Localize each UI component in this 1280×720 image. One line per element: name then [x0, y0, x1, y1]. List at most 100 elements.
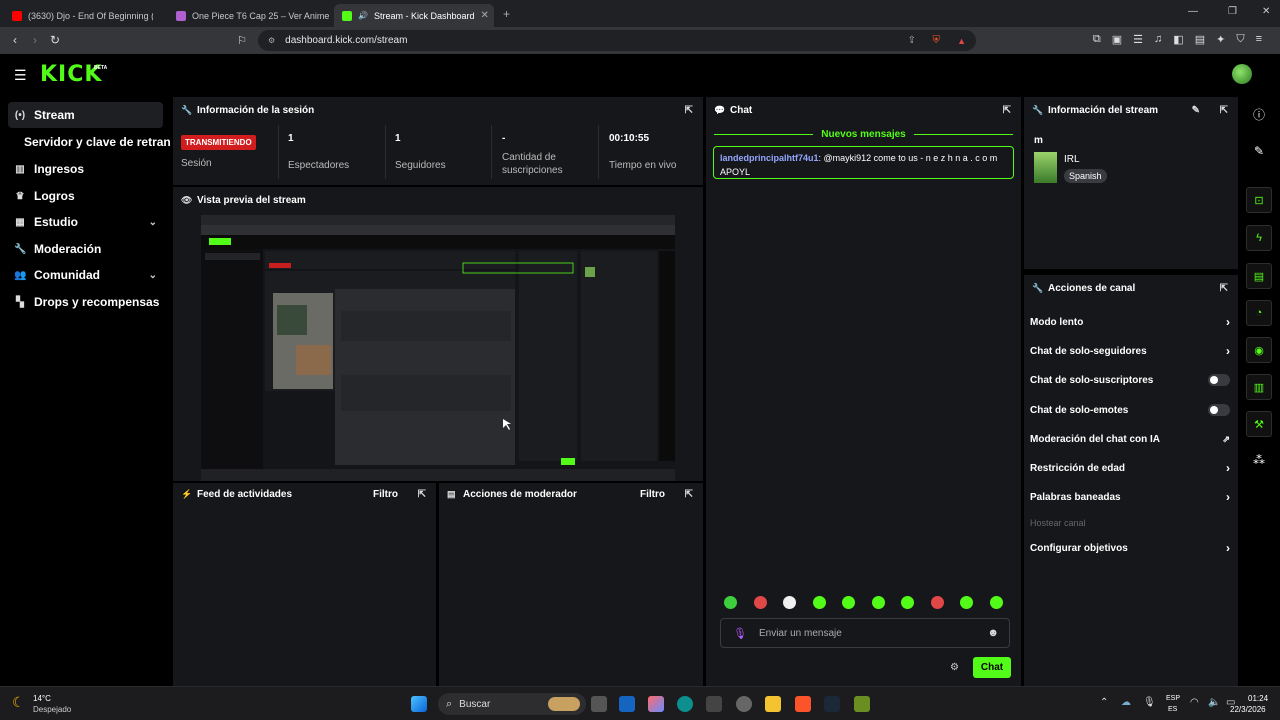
chat-username[interactable]: landedprincipalhtf74u1	[720, 153, 819, 163]
emote-icon[interactable]	[724, 596, 738, 609]
sidebar-item-stream[interactable]: (•) Stream	[8, 102, 163, 128]
music-icon[interactable]: ♫	[1154, 33, 1162, 46]
hamburger-menu-icon[interactable]: ☰	[14, 67, 27, 84]
sidebar-item-comunidad[interactable]: 👥 Comunidad ⌄	[8, 262, 163, 288]
chat-message[interactable]: landedprincipalhtf74u1: @mayki912 come t…	[713, 146, 1014, 179]
action-age-restriction[interactable]: Restricción de edad ›	[1030, 458, 1230, 478]
leo-icon[interactable]: ✦	[1216, 33, 1225, 46]
subscribers-only-toggle[interactable]	[1208, 374, 1230, 386]
share-icon[interactable]: ⇪	[908, 35, 916, 46]
windows-start-icon[interactable]	[411, 696, 427, 712]
emote-icon[interactable]	[930, 596, 944, 609]
reload-icon[interactable]: ↻	[45, 30, 65, 50]
avatar[interactable]	[1232, 64, 1252, 84]
task-view-icon[interactable]	[591, 696, 607, 712]
brave-icon[interactable]	[795, 696, 811, 712]
browser-tab-kick[interactable]: 🔊 Stream - Kick Dashboard ✕	[334, 4, 494, 27]
site-info-icon[interactable]: ⚙	[268, 36, 275, 45]
close-window-icon[interactable]: ✕	[1262, 6, 1270, 17]
microphone-icon[interactable]: 🎙	[733, 627, 747, 640]
maximize-icon[interactable]: ❐	[1228, 6, 1237, 17]
clock-date[interactable]: 22/3/2026	[1230, 705, 1266, 714]
vpn-icon[interactable]: ⛉	[1236, 33, 1244, 46]
popout-icon[interactable]: ⇱	[685, 105, 693, 116]
emotes-only-toggle[interactable]	[1208, 404, 1230, 416]
onedrive-icon[interactable]: ☁	[1121, 697, 1131, 708]
clipboard-icon[interactable]: ▤	[1246, 263, 1272, 289]
copilot-icon[interactable]	[648, 696, 664, 712]
weather-temp[interactable]: 14°C	[33, 694, 51, 703]
action-followers-only[interactable]: Chat de solo-seguidores ›	[1030, 341, 1230, 361]
filter-button[interactable]: Filtro	[373, 489, 398, 500]
back-icon[interactable]: ‹	[5, 30, 25, 50]
popout-icon[interactable]: ⇱	[685, 489, 693, 500]
steam-icon[interactable]	[824, 696, 840, 712]
wrench-icon[interactable]: ⚒	[1246, 411, 1272, 437]
close-tab-icon[interactable]: ✕	[481, 10, 489, 21]
info-icon[interactable]: ⓘ	[1246, 101, 1272, 127]
emote-icon[interactable]	[753, 596, 767, 609]
action-configure-goals[interactable]: Configurar objetivos ›	[1030, 538, 1230, 558]
action-banned-words[interactable]: Palabras baneadas ›	[1030, 487, 1230, 507]
bookmark-icon[interactable]: ⚐	[232, 30, 252, 50]
language-indicator[interactable]: ESP	[1166, 695, 1180, 702]
chat-input[interactable]: 🎙 Enviar un mensaje ☻	[720, 618, 1010, 648]
emote-icon[interactable]	[812, 596, 826, 609]
weather-description[interactable]: Despejado	[33, 705, 71, 714]
taskbar-search[interactable]: ⌕ Buscar	[438, 693, 586, 715]
edge-icon[interactable]	[677, 696, 693, 712]
action-emotes-only[interactable]: Chat de solo-emotes	[1030, 400, 1230, 420]
brave-shield-icon[interactable]: ⛨	[933, 35, 941, 46]
browser-tab-anime[interactable]: One Piece T6 Cap 25 – Ver Anime	[168, 4, 329, 27]
popout-icon[interactable]: ⇱	[1003, 105, 1011, 116]
audio-icon[interactable]: 🔊	[358, 11, 368, 20]
minimize-icon[interactable]: —	[1188, 6, 1198, 17]
chevron-up-icon[interactable]: ⌃	[1100, 697, 1108, 708]
sidebar-item-logros[interactable]: ♛ Logros	[8, 183, 163, 209]
keyboard-layout[interactable]: ES	[1168, 706, 1177, 713]
url-bar[interactable]: ⚙ dashboard.kick.com/stream ⇪ ⛨ ▲	[258, 30, 976, 51]
outlook-icon[interactable]	[619, 696, 635, 712]
extensions-icon[interactable]: ⧉	[1093, 33, 1101, 46]
send-chat-button[interactable]: Chat	[973, 657, 1011, 678]
sidebar-item-moderacion[interactable]: 🔧 Moderación	[8, 236, 163, 262]
emote-icon[interactable]	[842, 596, 856, 609]
app-icon[interactable]	[854, 696, 870, 712]
forward-icon[interactable]: ›	[25, 30, 45, 50]
app-icon[interactable]	[736, 696, 752, 712]
layers-icon[interactable]: ▥	[1246, 374, 1272, 400]
screenshot-icon[interactable]: ▣	[1112, 33, 1122, 46]
popout-icon[interactable]: ⇱	[1220, 105, 1228, 116]
edit-icon[interactable]: ✎	[1246, 138, 1272, 164]
file-explorer-icon[interactable]	[765, 696, 781, 712]
filter-button[interactable]: Filtro	[640, 489, 665, 500]
menu-icon[interactable]: ≡	[1256, 33, 1262, 46]
clock-time[interactable]: 01:24	[1248, 694, 1268, 703]
action-ai-moderation[interactable]: Moderación del chat con IA ⇗	[1030, 429, 1230, 449]
emote-icon[interactable]	[871, 596, 885, 609]
emote-icon[interactable]	[901, 596, 915, 609]
chat-settings-icon[interactable]: ⚙	[950, 662, 959, 673]
shapes-icon[interactable]: ⁂	[1246, 447, 1272, 473]
sidebar-item-server-key[interactable]: Servidor y clave de retransm	[18, 129, 170, 155]
reader-icon[interactable]: ☰	[1133, 33, 1143, 46]
action-subscribers-only[interactable]: Chat de solo-suscriptores	[1030, 370, 1230, 390]
popout-icon[interactable]: ⇱	[418, 489, 426, 500]
action-slow-mode[interactable]: Modo lento ›	[1030, 312, 1230, 332]
lightning-icon[interactable]: ϟ	[1246, 225, 1272, 251]
volume-icon[interactable]: 🔈	[1208, 697, 1220, 708]
emoji-icon[interactable]: ☻	[987, 627, 999, 639]
sidebar-item-ingresos[interactable]: ▥ Ingresos	[8, 156, 163, 182]
sidebar-item-drops[interactable]: ▚ Drops y recompensas	[8, 289, 163, 315]
stream-preview-video[interactable]	[201, 215, 675, 481]
chat-bubble-icon[interactable]: ◔	[1246, 300, 1272, 326]
emote-icon[interactable]	[989, 596, 1003, 609]
edit-icon[interactable]: ✎	[1192, 105, 1200, 116]
store-icon[interactable]	[706, 696, 722, 712]
sidebar-item-estudio[interactable]: ▦ Estudio ⌄	[8, 209, 163, 235]
popout-icon[interactable]: ⇱	[1220, 283, 1228, 294]
wallet-icon[interactable]: ▤	[1195, 33, 1205, 46]
browser-tab-youtube[interactable]: (3630) Djo - End Of Beginning (Offici	[4, 4, 164, 27]
broadcast-icon[interactable]: ◉	[1246, 337, 1272, 363]
emote-icon[interactable]	[960, 596, 974, 609]
